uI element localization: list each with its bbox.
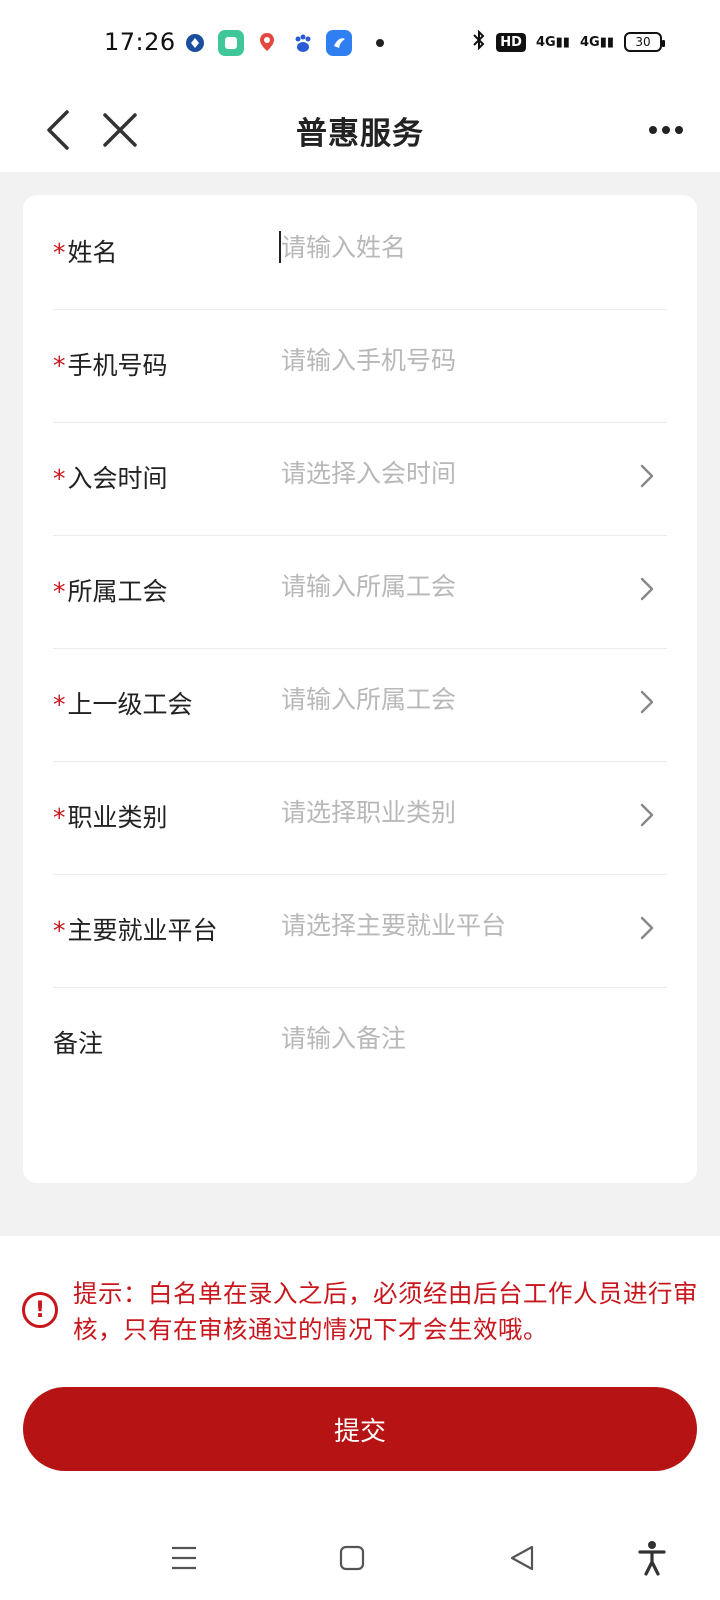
- field-label: *入会时间: [53, 459, 168, 495]
- field-label: *主要就业平台: [53, 911, 218, 947]
- field-label: 备注: [53, 1024, 103, 1060]
- required-mark: *: [53, 577, 66, 606]
- chevron-right-icon[interactable]: [635, 800, 659, 830]
- baidu-app-icon: [290, 30, 316, 56]
- text-caret: [279, 231, 281, 263]
- more-button[interactable]: [640, 110, 692, 150]
- status-app-icons: [182, 30, 384, 56]
- field-label: *姓名: [53, 233, 118, 269]
- battery-icon: 30: [624, 32, 665, 52]
- system-nav-bar: [0, 1510, 720, 1600]
- required-mark: *: [53, 238, 66, 267]
- field-label-text: 主要就业平台: [67, 916, 218, 945]
- map-pin-app-icon: [254, 30, 280, 56]
- back-system-button[interactable]: [502, 1540, 542, 1576]
- field-input[interactable]: [281, 340, 621, 380]
- menu-button[interactable]: [164, 1540, 204, 1576]
- form-row[interactable]: *姓名: [53, 195, 667, 310]
- status-time: 17:26: [104, 28, 176, 56]
- field-label-text: 姓名: [67, 238, 118, 267]
- field-input[interactable]: [281, 453, 621, 493]
- form-row[interactable]: *职业类别: [53, 760, 667, 875]
- required-mark: *: [53, 464, 66, 493]
- more-dot-icon: [649, 126, 657, 134]
- notification-dot: [376, 39, 384, 47]
- bank-app-icon: [182, 30, 208, 56]
- field-input[interactable]: [281, 566, 621, 606]
- required-mark: *: [53, 351, 66, 380]
- nav-bar: 普惠服务: [0, 88, 720, 172]
- field-label: *所属工会: [53, 572, 168, 608]
- home-square-icon: [339, 1545, 365, 1571]
- blue-browser-app-icon: [326, 30, 352, 56]
- field-label-text: 上一级工会: [67, 690, 193, 719]
- status-indicators: HD 4G▮▮ 4G▮▮ 30: [472, 29, 665, 54]
- accessibility-button[interactable]: [632, 1540, 672, 1576]
- field-label: *手机号码: [53, 346, 168, 382]
- battery-level: 30: [635, 35, 651, 49]
- field-input[interactable]: [281, 679, 621, 719]
- form-row[interactable]: 备注: [53, 986, 667, 1101]
- signal-1-label: 4G: [535, 34, 556, 50]
- form-card: *姓名*手机号码*入会时间*所属工会*上一级工会*职业类别*主要就业平台备注: [23, 195, 697, 1183]
- field-input[interactable]: [281, 792, 621, 832]
- field-label-text: 入会时间: [67, 464, 168, 493]
- home-button[interactable]: [332, 1540, 372, 1576]
- field-input[interactable]: [281, 905, 621, 945]
- field-label-text: 职业类别: [67, 803, 168, 832]
- form-row[interactable]: *手机号码: [53, 308, 667, 423]
- required-mark: *: [53, 916, 66, 945]
- signal-2-icon: 4G▮▮: [579, 34, 614, 50]
- triangle-back-icon: [510, 1545, 534, 1571]
- bluetooth-icon: [472, 29, 486, 54]
- more-dot-icon: [675, 126, 683, 134]
- status-bar: 17:26 HD 4G▮▮ 4G▮▮ 30: [0, 0, 720, 88]
- accessibility-icon: [638, 1541, 666, 1576]
- chevron-right-icon[interactable]: [635, 461, 659, 491]
- required-mark: *: [53, 803, 66, 832]
- hd-voice-badge: HD: [496, 32, 526, 52]
- field-label-text: 备注: [53, 1029, 104, 1058]
- page-title: 普惠服务: [296, 116, 424, 152]
- required-mark: *: [53, 690, 66, 719]
- signal-2-label: 4G: [579, 34, 600, 50]
- more-dot-icon: [662, 126, 670, 134]
- signal-1-icon: 4G▮▮: [535, 34, 570, 50]
- green-app-icon: [218, 30, 244, 56]
- field-input[interactable]: [281, 1018, 621, 1058]
- field-label: *职业类别: [53, 798, 168, 834]
- form-row[interactable]: *主要就业平台: [53, 873, 667, 988]
- field-input[interactable]: [281, 227, 621, 267]
- submit-button[interactable]: 提交: [23, 1387, 697, 1471]
- field-label: *上一级工会: [53, 685, 193, 721]
- field-label-text: 所属工会: [67, 577, 168, 606]
- form-row[interactable]: *上一级工会: [53, 647, 667, 762]
- form-row[interactable]: *所属工会: [53, 534, 667, 649]
- alert-circle-icon: !: [22, 1292, 58, 1328]
- chevron-right-icon[interactable]: [635, 687, 659, 717]
- menu-icon: [172, 1546, 196, 1570]
- notice-text: 提示：白名单在录入之后，必须经由后台工作人员进行审核，只有在审核通过的情况下才会…: [73, 1279, 698, 1344]
- form-row[interactable]: *入会时间: [53, 421, 667, 536]
- field-label-text: 手机号码: [67, 351, 168, 380]
- chevron-right-icon[interactable]: [635, 913, 659, 943]
- chevron-right-icon[interactable]: [635, 574, 659, 604]
